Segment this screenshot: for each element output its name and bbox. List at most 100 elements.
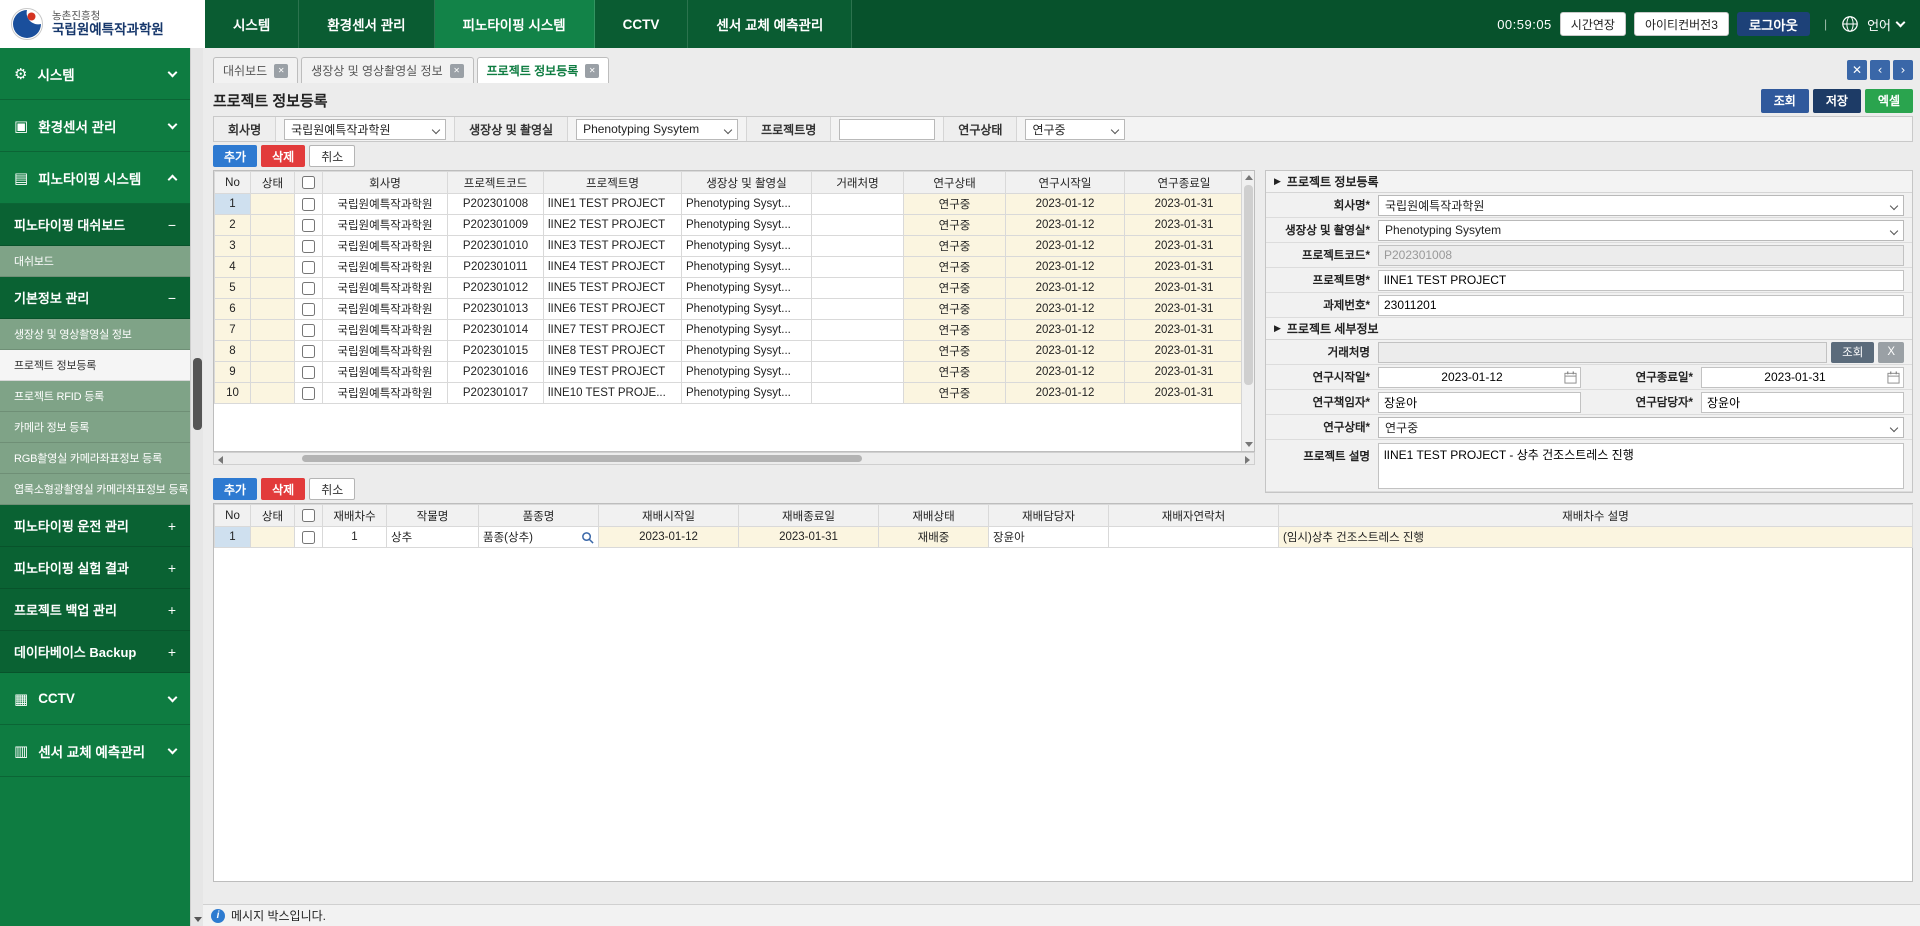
sidebar-group-project-backup[interactable]: 프로젝트 백업 관리 + <box>0 589 190 631</box>
cell-name[interactable]: lINE7 TEST PROJECT <box>544 320 682 341</box>
cell-end[interactable]: 2023-01-31 <box>1125 299 1244 320</box>
cell-status[interactable]: 연구중 <box>904 194 1006 215</box>
cell-code[interactable]: P202301015 <box>448 341 544 362</box>
close-icon[interactable]: ✕ <box>450 64 464 78</box>
section-project-detail[interactable]: ▶ 프로젝트 세부정보 <box>1266 318 1912 340</box>
cell-status[interactable]: 연구중 <box>904 320 1006 341</box>
project-row[interactable]: 3 국립원예특작과학원 P202301010 lINE3 TEST PROJEC… <box>215 236 1244 257</box>
sidebar-item-rgb-coords[interactable]: RGB촬영실 카메라좌표정보 등록 <box>0 443 190 474</box>
cell-company[interactable]: 국립원예특작과학원 <box>323 215 448 236</box>
sidebar-item-project-info[interactable]: 프로젝트 정보등록 <box>0 350 190 381</box>
cell-room[interactable]: Phenotyping Sysyt... <box>682 362 812 383</box>
cell-state[interactable] <box>251 215 295 236</box>
cell-client[interactable] <box>812 257 904 278</box>
cell-contact[interactable] <box>1109 527 1279 548</box>
project-name-field[interactable] <box>1378 270 1904 291</box>
cell-company[interactable]: 국립원예특작과학원 <box>323 278 448 299</box>
cell-no[interactable]: 1 <box>215 194 251 215</box>
sidebar-group-database-backup[interactable]: 데이타베이스 Backup + <box>0 631 190 673</box>
cell-status[interactable]: 연구중 <box>904 257 1006 278</box>
cell-state[interactable] <box>251 320 295 341</box>
cell-start[interactable]: 2023-01-12 <box>1006 236 1125 257</box>
cell-client[interactable] <box>812 362 904 383</box>
cell-state[interactable] <box>251 299 295 320</box>
cell-room[interactable]: Phenotyping Sysyt... <box>682 215 812 236</box>
cell-end[interactable]: 2023-01-31 <box>1125 362 1244 383</box>
cell-name[interactable]: lINE10 TEST PROJE... <box>544 383 682 404</box>
close-icon[interactable]: ✕ <box>274 64 288 78</box>
prev-tab-button[interactable]: ‹ <box>1870 60 1890 80</box>
cell-checkbox[interactable] <box>295 278 323 299</box>
cell-start[interactable]: 2023-01-12 <box>1006 383 1125 404</box>
close-icon[interactable]: ✕ <box>585 64 599 78</box>
room-select[interactable]: Phenotyping Sysytem <box>1378 220 1904 241</box>
cell-state[interactable] <box>251 236 295 257</box>
delete-button[interactable]: 삭제 <box>261 478 305 500</box>
tab-growth-room[interactable]: 생장상 및 영상촬영실 정보 ✕ <box>301 57 473 83</box>
row-checkbox[interactable] <box>302 531 315 544</box>
cell-state[interactable] <box>251 257 295 278</box>
cell-end[interactable]: 2023-01-31 <box>1125 257 1244 278</box>
cell-order[interactable]: 1 <box>323 527 387 548</box>
cell-checkbox[interactable] <box>295 299 323 320</box>
cell-code[interactable]: P202301008 <box>448 194 544 215</box>
cell-checkbox[interactable] <box>295 527 323 548</box>
nav-cctv[interactable]: CCTV <box>595 0 689 48</box>
cell-room[interactable]: Phenotyping Sysyt... <box>682 383 812 404</box>
account-button[interactable]: 아이티컨버전3 <box>1634 12 1729 36</box>
cell-client[interactable] <box>812 341 904 362</box>
cell-state[interactable] <box>251 194 295 215</box>
cell-code[interactable]: P202301017 <box>448 383 544 404</box>
manager-field[interactable] <box>1701 392 1904 413</box>
cell-code[interactable]: P202301014 <box>448 320 544 341</box>
cell-no[interactable]: 7 <box>215 320 251 341</box>
cell-checkbox[interactable] <box>295 257 323 278</box>
project-row[interactable]: 10 국립원예특작과학원 P202301017 lINE10 TEST PROJ… <box>215 383 1244 404</box>
cell-code[interactable]: P202301013 <box>448 299 544 320</box>
cell-start[interactable]: 2023-01-12 <box>1006 362 1125 383</box>
cell-code[interactable]: P202301009 <box>448 215 544 236</box>
tab-dashboard[interactable]: 대쉬보드 ✕ <box>213 57 298 83</box>
project-row[interactable]: 2 국립원예특작과학원 P202301009 lINE2 TEST PROJEC… <box>215 215 1244 236</box>
cell-company[interactable]: 국립원예특작과학원 <box>323 383 448 404</box>
task-number-field[interactable] <box>1378 295 1904 316</box>
search-button[interactable]: 조회 <box>1761 89 1809 113</box>
nav-sensor-replace[interactable]: 센서 교체 예측관리 <box>688 0 852 48</box>
cell-client[interactable] <box>812 215 904 236</box>
cell-checkbox[interactable] <box>295 383 323 404</box>
cell-end[interactable]: 2023-01-31 <box>1125 215 1244 236</box>
cell-name[interactable]: lINE9 TEST PROJECT <box>544 362 682 383</box>
cell-name[interactable]: lINE2 TEST PROJECT <box>544 215 682 236</box>
row-checkbox[interactable] <box>302 324 315 337</box>
cell-company[interactable]: 국립원예특작과학원 <box>323 257 448 278</box>
row-checkbox[interactable] <box>302 387 315 400</box>
cell-status[interactable]: 연구중 <box>904 362 1006 383</box>
cell-desc[interactable]: (임시)상추 건조스트레스 진행 <box>1279 527 1913 548</box>
cell-no[interactable]: 8 <box>215 341 251 362</box>
cell-start[interactable]: 2023-01-12 <box>1006 257 1125 278</box>
cell-no[interactable]: 9 <box>215 362 251 383</box>
cell-code[interactable]: P202301011 <box>448 257 544 278</box>
sidebar-group-dashboard[interactable]: 피노타이핑 대쉬보드 − <box>0 204 190 246</box>
cell-client[interactable] <box>812 278 904 299</box>
scroll-right-arrow[interactable] <box>1245 456 1250 464</box>
cell-no[interactable]: 1 <box>215 527 251 548</box>
scroll-left-arrow[interactable] <box>218 456 223 464</box>
cell-end[interactable]: 2023-01-31 <box>1125 194 1244 215</box>
project-row[interactable]: 8 국립원예특작과학원 P202301015 lINE8 TEST PROJEC… <box>215 341 1244 362</box>
cell-state[interactable] <box>251 383 295 404</box>
cell-no[interactable]: 2 <box>215 215 251 236</box>
cell-code[interactable]: P202301010 <box>448 236 544 257</box>
cell-end[interactable]: 2023-01-31 <box>1125 320 1244 341</box>
cell-company[interactable]: 국립원예특작과학원 <box>323 194 448 215</box>
extend-time-button[interactable]: 시간연장 <box>1560 12 1626 36</box>
sidebar-item-growth-room[interactable]: 생장상 및 영상촬영실 정보 <box>0 319 190 350</box>
sidebar-group-experiment-result[interactable]: 피노타이핑 실험 결과 + <box>0 547 190 589</box>
cell-name[interactable]: lINE4 TEST PROJECT <box>544 257 682 278</box>
cell-checkbox[interactable] <box>295 215 323 236</box>
cell-start[interactable]: 2023-01-12 <box>1006 194 1125 215</box>
row-checkbox[interactable] <box>302 345 315 358</box>
row-checkbox[interactable] <box>302 261 315 274</box>
company-select[interactable]: 국립원예특작과학원 <box>1378 195 1904 216</box>
cell-status[interactable]: 연구중 <box>904 278 1006 299</box>
